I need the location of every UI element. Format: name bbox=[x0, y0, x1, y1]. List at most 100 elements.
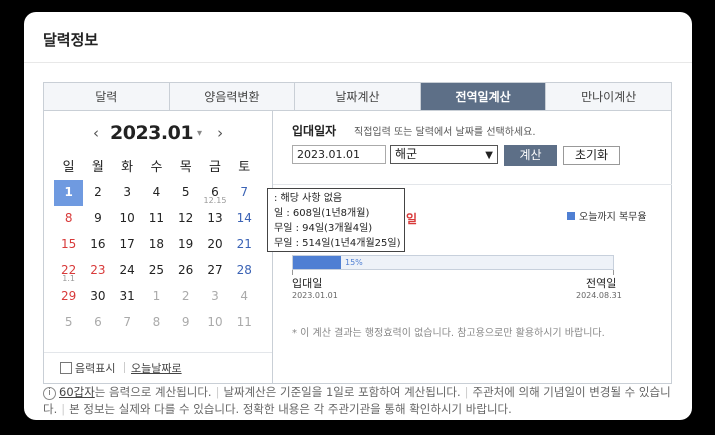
day-number: 14 bbox=[236, 211, 252, 225]
calculator-form: 입대일자 직접입력 또는 달력에서 날짜를 선택하세요. 2023.01.01 … bbox=[273, 110, 672, 185]
day-number: 8 bbox=[64, 211, 73, 225]
calendar-day[interactable]: 26 bbox=[171, 258, 200, 284]
calendar-day[interactable]: 29 bbox=[54, 284, 83, 310]
discharge-date: 2024.08.31 bbox=[576, 291, 622, 300]
calendar-day[interactable]: 27 bbox=[200, 258, 229, 284]
note-separator: | bbox=[464, 385, 469, 399]
calendar-day[interactable]: 8 bbox=[142, 310, 171, 336]
calendar-day[interactable]: 25 bbox=[142, 258, 171, 284]
title-divider bbox=[24, 62, 692, 63]
reset-button[interactable]: 초기화 bbox=[563, 146, 620, 165]
tab-4[interactable]: 만나이계산 bbox=[546, 83, 671, 110]
weekday-label: 월 bbox=[91, 160, 104, 175]
calendar-week: 5 6 7 8 9 10 11 bbox=[54, 310, 259, 336]
calendar-day[interactable]: 11 bbox=[142, 206, 171, 232]
weekday-label: 토 bbox=[238, 160, 251, 175]
calendar-day[interactable]: 15 bbox=[54, 232, 83, 258]
calendar-day[interactable]: 14 bbox=[230, 206, 259, 232]
calendar-day[interactable]: 5 bbox=[171, 180, 200, 206]
day-number: 26 bbox=[178, 263, 194, 277]
weekday-label: 화 bbox=[121, 160, 134, 175]
calendar-day[interactable]: 19 bbox=[171, 232, 200, 258]
day-number: 9 bbox=[94, 211, 102, 225]
calendar-day[interactable]: 31 bbox=[113, 284, 142, 310]
branch-select[interactable]: 해군 ▼ bbox=[390, 145, 498, 164]
calendar-day[interactable]: 17 bbox=[113, 232, 142, 258]
enlist-date: 2023.01.01 bbox=[292, 291, 338, 300]
calendar-day[interactable]: 16 bbox=[83, 232, 112, 258]
calendar-day[interactable]: 12 bbox=[171, 206, 200, 232]
day-number: 13 bbox=[207, 211, 223, 225]
calendar-day[interactable]: 28 bbox=[230, 258, 259, 284]
calendar-day[interactable]: 9 bbox=[171, 310, 200, 336]
note-text: 는 음력으로 계산됩니다. bbox=[94, 385, 212, 399]
calendar-day[interactable]: 2 bbox=[171, 284, 200, 310]
chevron-down-icon[interactable]: ▾ bbox=[197, 128, 202, 139]
calendar-header: ‹ 2023.01 ▾ › bbox=[88, 122, 228, 144]
day-number: 6 bbox=[94, 315, 102, 329]
calendar-day[interactable]: 4 bbox=[142, 180, 171, 206]
notes-section: i 60갑자는 음력으로 계산됩니다. | 날짜계산은 기준일을 1일로 포함하여 계… bbox=[43, 384, 672, 418]
calendar-day[interactable]: 8 bbox=[54, 206, 83, 232]
calendar-day[interactable]: 3 bbox=[200, 284, 229, 310]
tab-3[interactable]: 전역일계산 bbox=[420, 83, 547, 110]
calendar-grid: 일 월 화 수 목 금 토 1 2 3 4 5 6 12.15 7 8 9 10 11 12 13 14 15 16 17 18 1… bbox=[54, 156, 259, 336]
calendar-day[interactable]: 9 bbox=[83, 206, 112, 232]
calendar-day[interactable]: 13 bbox=[200, 206, 229, 232]
day-number: 27 bbox=[207, 263, 223, 277]
calendar-day[interactable]: 5 bbox=[54, 310, 83, 336]
calendar-day[interactable]: 30 bbox=[83, 284, 112, 310]
tab-bar: 달력 양음력변환 날짜계산 전역일계산 만나이계산 bbox=[43, 82, 672, 111]
calendar-week: 8 9 10 11 12 13 14 bbox=[54, 206, 259, 232]
info-icon: i bbox=[43, 387, 56, 400]
calendar-week: 1 2 3 4 5 6 12.15 7 bbox=[54, 180, 259, 206]
chevron-right-icon[interactable]: › bbox=[212, 124, 228, 142]
footer-divider bbox=[124, 362, 125, 373]
calendar-day[interactable]: 18 bbox=[142, 232, 171, 258]
calendar-info-card: 달력정보 달력 양음력변환 날짜계산 전역일계산 만나이계산 ‹ 2023.01 ▾ ›… bbox=[24, 12, 692, 420]
chevron-left-icon[interactable]: ‹ bbox=[88, 124, 104, 142]
calendar-day[interactable]: 6 bbox=[83, 310, 112, 336]
note-text: 날짜계산은 기준일을 1일로 포함하여 계산됩니다. bbox=[223, 385, 461, 399]
start-date-input[interactable]: 2023.01.01 bbox=[292, 145, 386, 164]
lunar-toggle-label[interactable]: 음력표시 bbox=[75, 360, 115, 376]
calendar-week: 29 30 31 1 2 3 4 bbox=[54, 284, 259, 310]
calendar-day[interactable]: 10 bbox=[113, 206, 142, 232]
calendar-day[interactable]: 20 bbox=[200, 232, 229, 258]
service-progress-percent: 15% bbox=[345, 258, 363, 267]
calendar-year-month[interactable]: 2023.01 bbox=[110, 122, 194, 144]
calendar-day[interactable]: 1 bbox=[54, 180, 84, 206]
tab-0[interactable]: 달력 bbox=[44, 83, 170, 110]
calendar-day[interactable]: 3 bbox=[113, 180, 142, 206]
calendar-day[interactable]: 7 bbox=[113, 310, 142, 336]
calendar-day[interactable]: 11 bbox=[230, 310, 259, 336]
start-date-help: 직접입력 또는 달력에서 날짜를 선택하세요. bbox=[354, 127, 536, 138]
gapja-link[interactable]: 60갑자 bbox=[59, 385, 95, 399]
calendar-day[interactable]: 23 bbox=[83, 258, 112, 284]
legend-label: 오늘까지 복무율 bbox=[579, 212, 647, 223]
calendar-day[interactable]: 7 bbox=[230, 180, 259, 206]
calendar-day[interactable]: 4 bbox=[230, 284, 259, 310]
result-highlight: 일 bbox=[406, 212, 418, 226]
day-number: 8 bbox=[152, 315, 161, 329]
calculate-button[interactable]: 계산 bbox=[504, 145, 557, 166]
weekday-label: 목 bbox=[179, 160, 192, 175]
calendar-day[interactable]: 2 bbox=[83, 180, 112, 206]
calendar-day[interactable]: 22 1.1 bbox=[54, 258, 83, 284]
tab-2[interactable]: 날짜계산 bbox=[295, 83, 421, 110]
day-number: 12 bbox=[178, 211, 194, 225]
day-number: 9 bbox=[181, 315, 190, 329]
calendar-day[interactable]: 1 bbox=[142, 284, 171, 310]
today-link[interactable]: 오늘날짜로 bbox=[131, 360, 182, 376]
calendar-week: 15 16 17 18 19 20 21 bbox=[54, 232, 259, 258]
day-number: 28 bbox=[236, 263, 252, 277]
calendar-day[interactable]: 21 bbox=[230, 232, 259, 258]
mini-calendar: ‹ 2023.01 ▾ › 일 월 화 수 목 금 토 1 2 3 4 5 6 12.15 7 8 9 10 11 1… bbox=[44, 110, 273, 383]
calendar-day[interactable]: 10 bbox=[200, 310, 229, 336]
weekday-header: 일월화수목금토 bbox=[54, 156, 259, 180]
calendar-day[interactable]: 6 12.15 bbox=[200, 180, 229, 206]
tab-1[interactable]: 양음력변환 bbox=[170, 83, 296, 110]
tooltip-line: : 해당 사항 없음 bbox=[274, 193, 343, 204]
lunar-toggle-checkbox[interactable] bbox=[60, 362, 72, 374]
calendar-day[interactable]: 24 bbox=[113, 258, 142, 284]
